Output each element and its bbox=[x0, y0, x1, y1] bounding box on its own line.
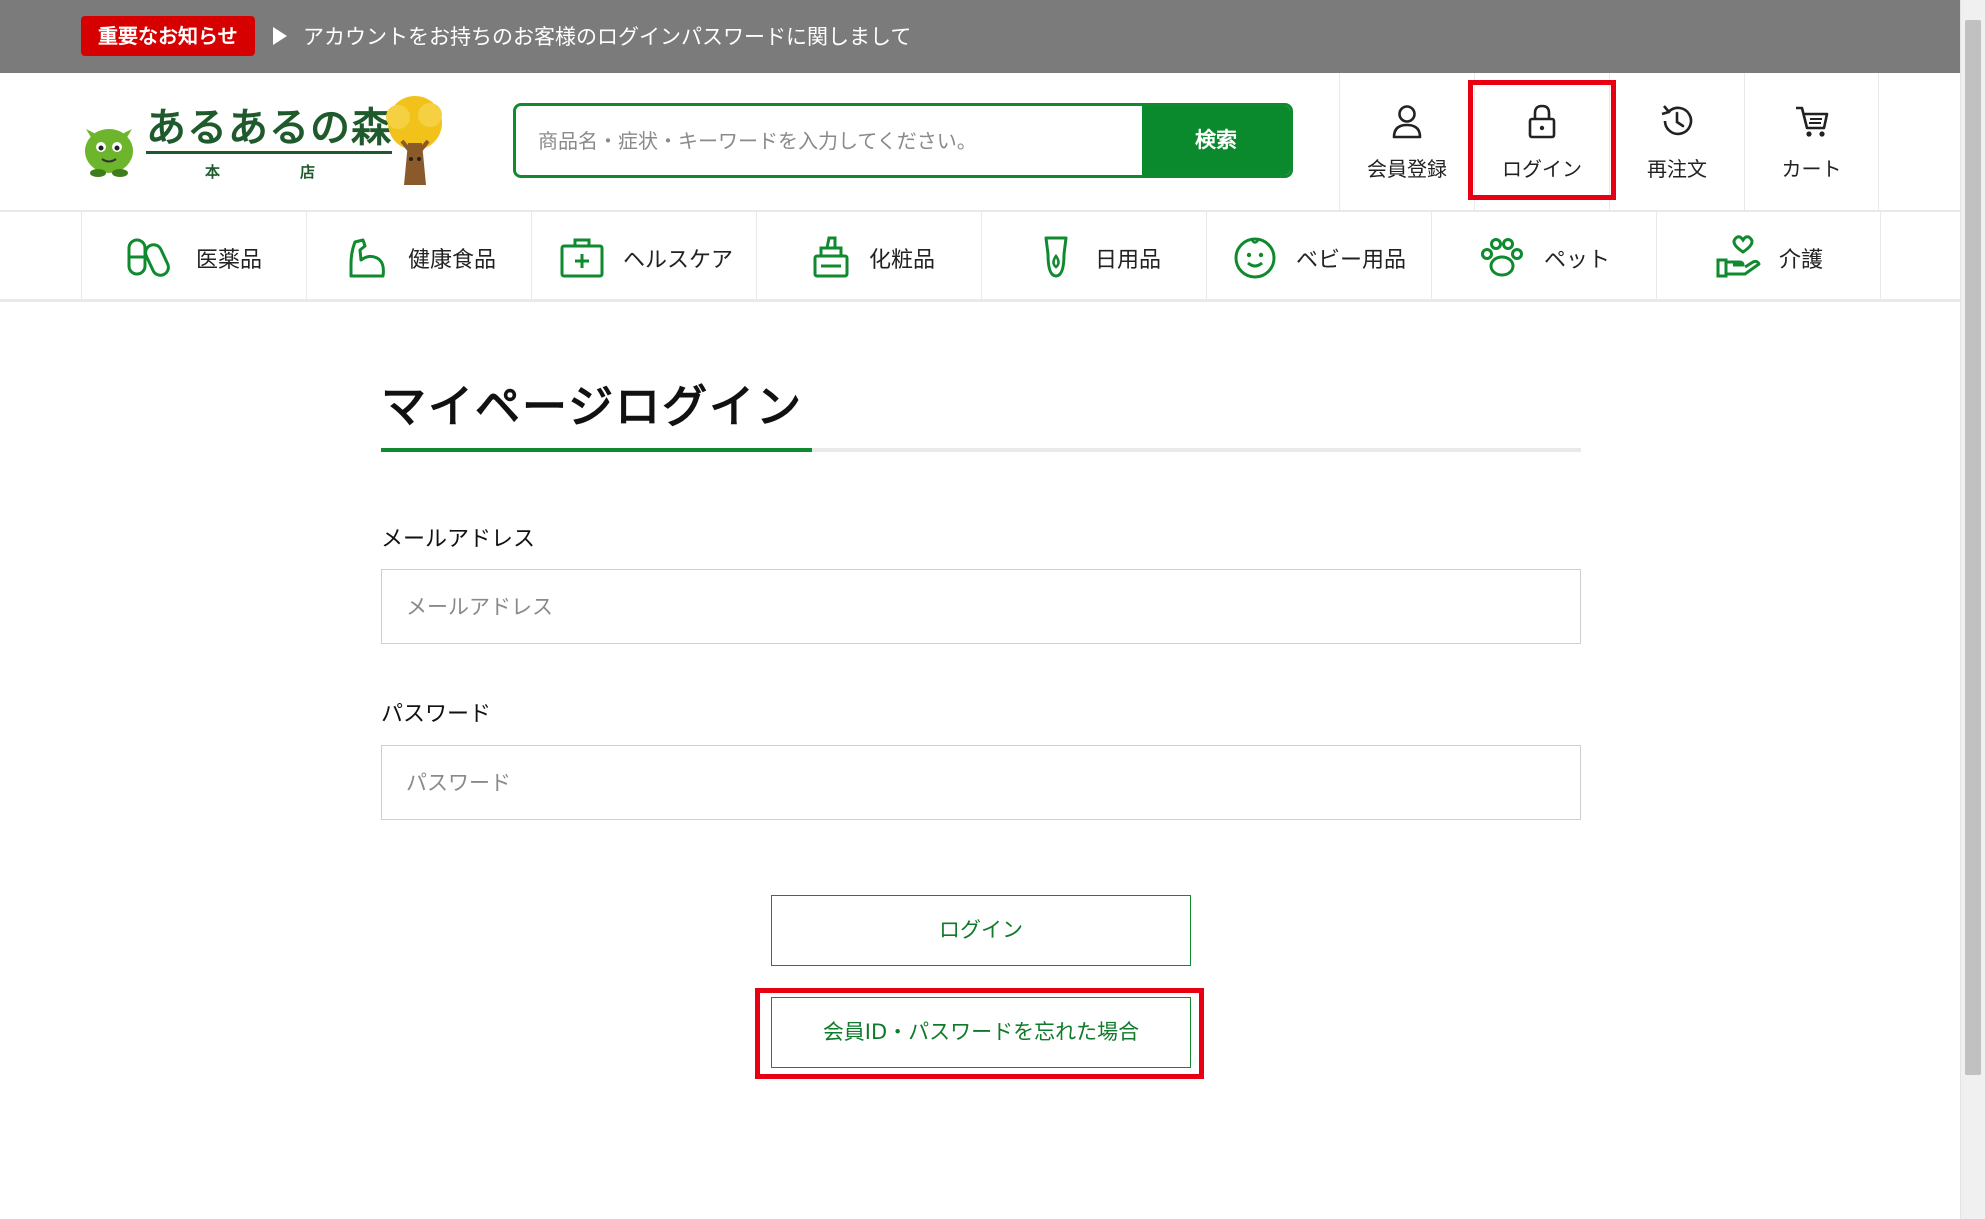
tree-icon bbox=[386, 96, 442, 185]
paw-icon bbox=[1481, 238, 1523, 277]
email-field[interactable] bbox=[381, 569, 1581, 644]
category-label: 化粧品 bbox=[869, 248, 936, 273]
reorder-link[interactable]: 再注文 bbox=[1609, 73, 1744, 212]
login-label: ログイン bbox=[1502, 157, 1582, 181]
title-underline bbox=[381, 448, 1581, 452]
first-aid-icon bbox=[560, 238, 604, 278]
mascot-icon bbox=[85, 129, 133, 177]
category-daily-goods[interactable]: 日用品 bbox=[981, 212, 1206, 302]
play-arrow-icon bbox=[273, 27, 287, 45]
category-label: ヘルスケア bbox=[623, 248, 734, 273]
scrollbar-thumb[interactable] bbox=[1965, 20, 1981, 1075]
logo-title: あるあるの森 bbox=[146, 105, 392, 154]
category-pet[interactable]: ペット bbox=[1431, 212, 1656, 302]
lock-icon bbox=[1528, 104, 1556, 139]
category-label: 日用品 bbox=[1095, 248, 1162, 273]
search-input[interactable] bbox=[516, 106, 1144, 175]
site-logo[interactable]: あるあるの森 本店 bbox=[78, 93, 451, 193]
important-notice-badge[interactable]: 重要なお知らせ bbox=[81, 16, 255, 56]
baby-face-icon bbox=[1234, 237, 1276, 279]
reorder-label: 再注文 bbox=[1647, 157, 1707, 181]
category-cosmetics[interactable]: 化粧品 bbox=[756, 212, 981, 302]
category-medicine[interactable]: 医薬品 bbox=[81, 212, 306, 302]
muscle-icon bbox=[349, 238, 385, 278]
vertical-scrollbar[interactable] bbox=[1960, 0, 1985, 1219]
category-health-food[interactable]: 健康食品 bbox=[306, 212, 531, 302]
category-baby[interactable]: ベビー用品 bbox=[1206, 212, 1431, 302]
email-label: メールアドレス bbox=[381, 527, 536, 552]
password-field[interactable] bbox=[381, 745, 1581, 820]
cart-label: カート bbox=[1781, 157, 1842, 181]
category-label: ペット bbox=[1544, 248, 1611, 273]
category-label: 医薬品 bbox=[196, 248, 263, 273]
notice-bar: 重要なお知らせ アカウントをお持ちのお客様のログインパスワードに関しまして bbox=[0, 0, 1960, 73]
search-box: 検索 bbox=[513, 103, 1293, 178]
page-title: マイページログイン bbox=[381, 380, 804, 433]
register-label: 会員登録 bbox=[1367, 157, 1447, 181]
title-underline-accent bbox=[381, 448, 812, 452]
bottle-icon bbox=[1044, 236, 1068, 278]
cosmetics-icon bbox=[813, 236, 849, 278]
password-label: パスワード bbox=[381, 702, 492, 727]
search-button[interactable]: 検索 bbox=[1142, 106, 1290, 175]
care-hand-heart-icon bbox=[1716, 235, 1761, 278]
logo-subtitle: 本店 bbox=[205, 163, 396, 181]
category-healthcare[interactable]: ヘルスケア bbox=[531, 212, 756, 302]
notice-link[interactable]: アカウントをお持ちのお客様のログインパスワードに関しまして bbox=[303, 22, 911, 52]
login-link[interactable]: ログイン bbox=[1474, 73, 1609, 212]
category-care[interactable]: 介護 bbox=[1656, 212, 1881, 302]
category-nav: 医薬品 健康食品 ヘルスケア 化粧品 日用品 ベビー用品 ペット 介護 bbox=[0, 212, 1960, 302]
register-link[interactable]: 会員登録 bbox=[1339, 73, 1474, 212]
category-label: 健康食品 bbox=[408, 248, 497, 273]
login-button[interactable]: ログイン bbox=[771, 895, 1191, 966]
category-label: ベビー用品 bbox=[1296, 248, 1407, 273]
forgot-password-button[interactable]: 会員ID・パスワードを忘れた場合 bbox=[771, 997, 1191, 1068]
cart-icon bbox=[1795, 106, 1828, 137]
cart-link[interactable]: カート bbox=[1744, 73, 1879, 212]
category-label: 介護 bbox=[1779, 248, 1824, 273]
capsule-icon bbox=[127, 238, 170, 277]
history-icon bbox=[1661, 105, 1693, 136]
site-header: あるあるの森 本店 検索 会員登録 ログイン bbox=[0, 73, 1960, 212]
user-icon bbox=[1392, 105, 1422, 139]
